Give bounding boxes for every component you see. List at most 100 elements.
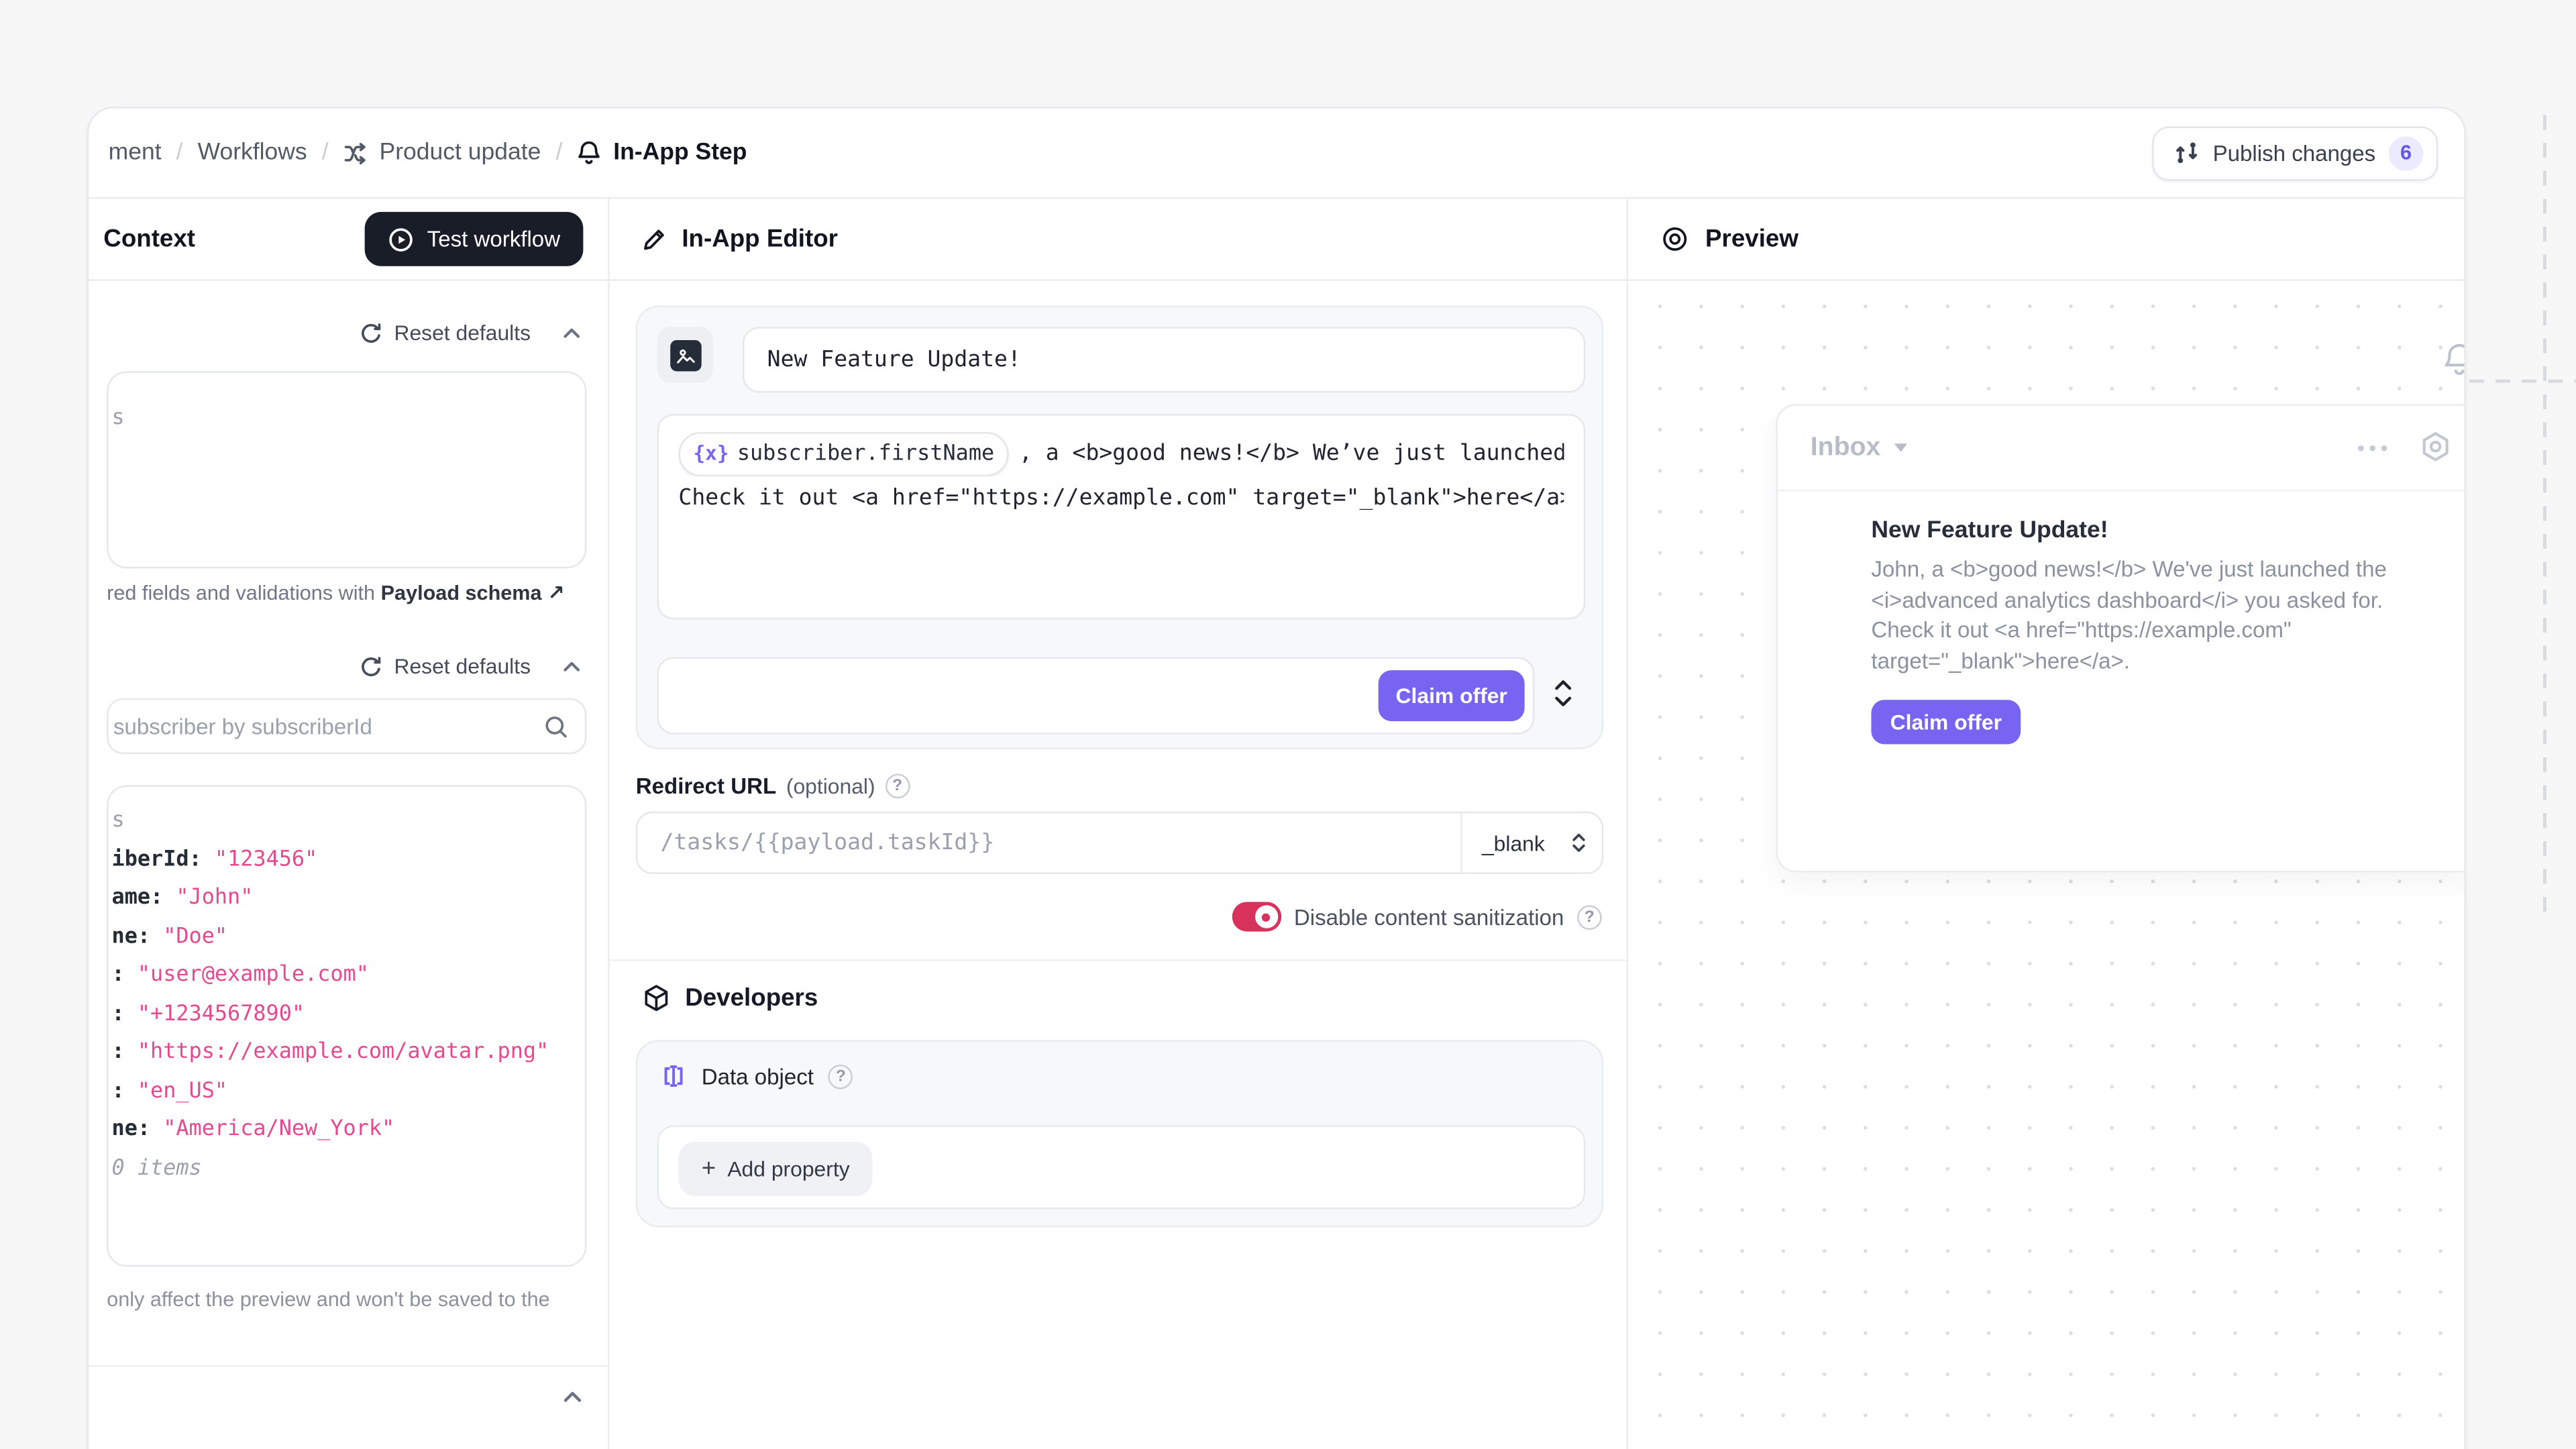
context-panel-title: Context xyxy=(103,225,195,254)
avatar-button[interactable] xyxy=(657,327,713,382)
subscriber-json-viewer[interactable]: s iberId: "123456" ame: "John" ne: "Doe"… xyxy=(107,786,586,1267)
json-row: : "user@example.com" xyxy=(112,956,579,995)
add-property-button[interactable]: + Add property xyxy=(678,1142,872,1196)
redirect-url-label: Redirect URL xyxy=(636,773,776,798)
app-viewport: ment / Workflows / Product update / In-A… xyxy=(0,0,2576,1449)
redirect-url-input[interactable] xyxy=(660,813,1432,872)
workflow-icon xyxy=(343,140,368,165)
context-panel-body: Reset defaults s red fields and validati… xyxy=(89,281,608,1449)
context-footer-divider xyxy=(89,1365,608,1366)
refresh-icon xyxy=(360,321,382,344)
preview-panel-header: Preview xyxy=(1628,199,2465,280)
claim-offer-button[interactable]: Claim offer xyxy=(1379,670,1525,721)
gear-icon[interactable] xyxy=(2418,431,2453,465)
reset-defaults-button[interactable]: Reset defaults xyxy=(360,321,531,345)
json-row: iberId: "123456" xyxy=(112,841,579,879)
sanitization-row: Disable content sanitization ? xyxy=(1232,902,1602,931)
publish-changes-button[interactable]: Publish changes 6 xyxy=(2152,125,2438,180)
primary-action-field[interactable]: Claim offer xyxy=(657,657,1535,735)
help-icon[interactable]: ? xyxy=(1577,904,1602,929)
section-divider xyxy=(610,959,1627,961)
preview-panel-title: Preview xyxy=(1705,225,1799,254)
payload-helper-prefix: red fields and validations with xyxy=(107,582,375,604)
body-text-line2: Check it out <a href="https://example.co… xyxy=(678,480,1564,517)
editor-panel-body: {x} subscriber.firstName , a <b>good new… xyxy=(610,281,1627,1449)
variable-icon: {x} xyxy=(693,435,729,473)
search-icon xyxy=(544,714,569,739)
help-icon[interactable]: ? xyxy=(828,1064,853,1089)
json-row: ne: "Doe" xyxy=(112,918,579,957)
breadcrumb-item-workflows[interactable]: Workflows xyxy=(198,140,307,166)
data-object-label: Data object xyxy=(702,1064,814,1089)
redirect-target-select[interactable]: _blank xyxy=(1460,813,1602,872)
context-footer-note: only affect the preview and won't be sav… xyxy=(107,1288,549,1311)
json-row: : "https://example.com/avatar.png" xyxy=(112,1033,579,1072)
inbox-preview-card: Inbox ••• New Feature Update! John, a <b… xyxy=(1776,404,2464,872)
body-text-line1: , a <b>good news!</b> We’ve just launche… xyxy=(1019,435,1564,473)
payload-schema-link[interactable]: Payload schema xyxy=(381,582,542,604)
json-fragment: s xyxy=(112,802,579,841)
breadcrumb-workflow-label: Product update xyxy=(380,140,541,166)
subject-input[interactable] xyxy=(743,327,1585,392)
breadcrumb-item-workflow[interactable]: Product update xyxy=(343,140,541,166)
notification-bell-icon[interactable] xyxy=(2443,340,2465,381)
message-editor-card: {x} subscriber.firstName , a <b>good new… xyxy=(636,306,1603,749)
breadcrumb-item-environment[interactable]: ment xyxy=(109,140,162,166)
redirect-target-value: _blank xyxy=(1482,830,1545,855)
data-object-box: + Add property xyxy=(657,1126,1586,1210)
reset-defaults-button[interactable]: Reset defaults xyxy=(360,654,531,679)
sanitization-toggle[interactable] xyxy=(1232,902,1281,931)
toggle-thumb xyxy=(1254,905,1277,928)
play-circle-icon xyxy=(388,226,414,252)
variable-chip-label: subscriber.firstName xyxy=(737,435,994,473)
reset-defaults-label: Reset defaults xyxy=(394,654,531,679)
redirect-url-field: _blank xyxy=(636,812,1603,874)
redirect-url-optional: (optional) xyxy=(786,773,875,798)
body-editor[interactable]: {x} subscriber.firstName , a <b>good new… xyxy=(657,414,1586,619)
json-collapsed-items[interactable]: 0 items xyxy=(112,1149,579,1188)
data-object-icon xyxy=(660,1063,686,1089)
collapse-chevron-icon[interactable] xyxy=(560,655,583,678)
variable-chip[interactable]: {x} subscriber.firstName xyxy=(678,432,1009,476)
package-icon xyxy=(643,984,671,1012)
test-workflow-label: Test workflow xyxy=(427,227,560,252)
collapse-chevron-icon[interactable] xyxy=(560,321,583,344)
canvas-dashed-vline xyxy=(2543,115,2546,923)
inapp-editor-panel: In-App Editor {x} subscriber.firstN xyxy=(610,199,1628,1449)
reorder-chevrons-icon[interactable] xyxy=(1551,672,1576,715)
chevron-down-icon xyxy=(1894,443,1907,451)
refresh-icon xyxy=(360,655,382,678)
preview-panel: Preview Inbox ••• xyxy=(1628,199,2465,1449)
git-compare-icon xyxy=(2174,140,2200,166)
top-bar: ment / Workflows / Product update / In-A… xyxy=(89,109,2464,199)
image-icon xyxy=(669,339,701,371)
plus-icon: + xyxy=(702,1155,716,1183)
payload-editor[interactable]: s xyxy=(107,371,586,568)
json-row: ne: "America/New_York" xyxy=(112,1111,579,1150)
more-options-icon[interactable]: ••• xyxy=(2357,435,2392,460)
bell-icon xyxy=(577,140,602,166)
test-workflow-button[interactable]: Test workflow xyxy=(365,212,584,266)
subscriber-search xyxy=(107,698,586,754)
collapse-chevron-icon[interactable] xyxy=(560,1385,585,1409)
context-panel: Context Test workflow Reset defaults xyxy=(89,199,609,1449)
subscriber-search-input[interactable] xyxy=(113,700,541,752)
context-panel-header: Context Test workflow xyxy=(89,199,608,280)
data-object-header: Data object ? xyxy=(660,1063,853,1089)
arrow-up-right-icon: ↗ xyxy=(547,582,565,604)
notification-item[interactable]: New Feature Update! John, a <b>good news… xyxy=(1871,517,2446,744)
developers-title: Developers xyxy=(685,984,818,1012)
breadcrumb: ment / Workflows / Product update / In-A… xyxy=(109,140,747,166)
claim-offer-button[interactable]: Claim offer xyxy=(1871,700,2021,744)
inbox-dropdown[interactable]: Inbox xyxy=(1811,433,1907,462)
editor-panel-title: In-App Editor xyxy=(682,225,838,254)
breadcrumb-item-step[interactable]: In-App Step xyxy=(577,140,747,166)
editor-panel-header: In-App Editor xyxy=(610,199,1627,280)
publish-changes-label: Publish changes xyxy=(2213,140,2376,165)
target-icon xyxy=(1661,225,1689,254)
workspace-columns: Context Test workflow Reset defaults xyxy=(89,199,2464,1449)
developers-header: Developers xyxy=(643,984,818,1012)
select-chevrons-icon xyxy=(1570,830,1587,856)
subscriber-section-header: Reset defaults xyxy=(360,654,583,679)
help-icon[interactable]: ? xyxy=(885,773,910,798)
